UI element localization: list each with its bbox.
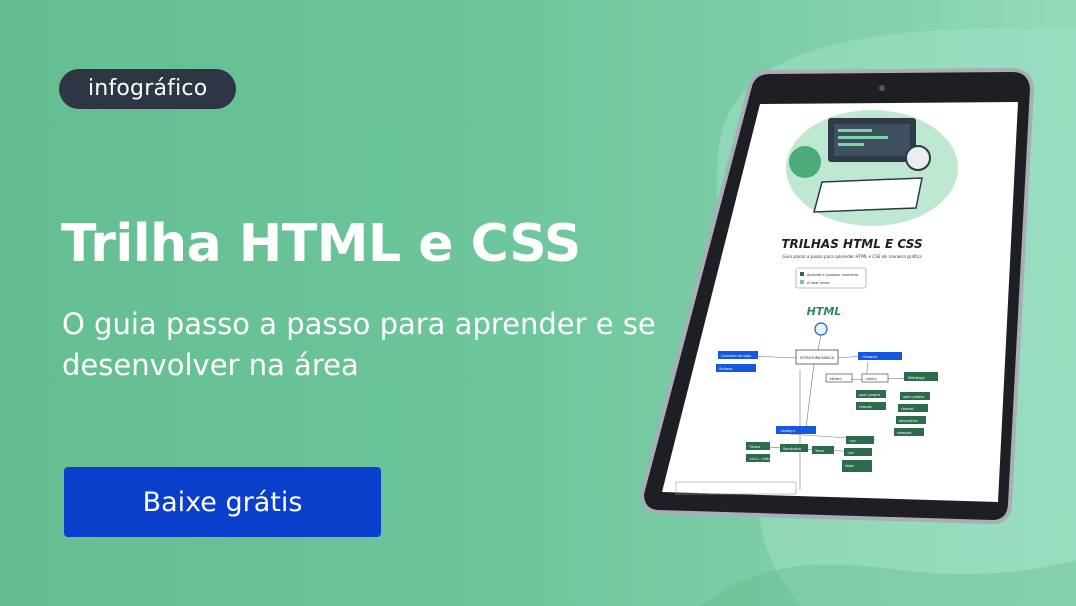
tablet-illustration: TRILHAS HTML E CSS Guia passo a passo pa… xyxy=(639,67,1035,525)
legend-item: A fazer ainda xyxy=(807,281,829,285)
node-label: description xyxy=(899,419,918,423)
node-label: open graphs xyxy=(859,393,880,397)
promo-banner: infográfico Trilha HTML e CSS O guia pas… xyxy=(0,0,1076,606)
node-label: Conceito de tags xyxy=(721,354,751,358)
doc-subtitle: Guia passo a passo para aprender HTML e … xyxy=(782,254,922,259)
page-title: Trilha HTML e CSS xyxy=(61,214,581,274)
legend-item: Aprenda a qualquer momento xyxy=(807,273,858,277)
node-label: <link> xyxy=(865,377,877,381)
node-label: <p> xyxy=(849,439,857,443)
headphones-icon xyxy=(905,145,931,171)
node-label: ESTRUTURA BÁSICA xyxy=(800,355,835,360)
page-subtitle: O guia passo a passo para aprender e se … xyxy=(62,307,656,382)
node-label: <a> xyxy=(847,451,855,455)
node-label: Metatags xyxy=(908,376,925,380)
node-label: charset xyxy=(901,407,914,411)
node-label: <head> xyxy=(862,354,878,359)
node-label: listas xyxy=(845,464,854,468)
section-heading: HTML xyxy=(807,305,842,318)
node-label: <h1>...<h6> xyxy=(749,457,771,461)
camera-icon xyxy=(879,85,885,91)
node-label: charset xyxy=(859,405,872,409)
category-tag: infográfico xyxy=(59,69,237,109)
node-label: <body> xyxy=(780,428,796,433)
doc-title: TRILHAS HTML E CSS xyxy=(781,237,922,251)
node-label: <title> xyxy=(829,377,842,381)
download-button[interactable]: Baixe grátis xyxy=(64,467,381,537)
tablet-mockup: TRILHAS HTML E CSS Guia passo a passo pa… xyxy=(600,50,1076,570)
html-icon xyxy=(814,322,828,336)
plant-icon xyxy=(789,146,821,178)
node-label: Semântica xyxy=(783,447,801,451)
node-label: open graphs xyxy=(903,395,924,399)
node-label: Texto xyxy=(814,449,824,453)
node-label: Títulos xyxy=(748,445,761,449)
node-label: Sintaxe xyxy=(719,367,733,371)
node-label: viewport xyxy=(897,431,912,435)
keyboard-icon xyxy=(813,177,923,213)
